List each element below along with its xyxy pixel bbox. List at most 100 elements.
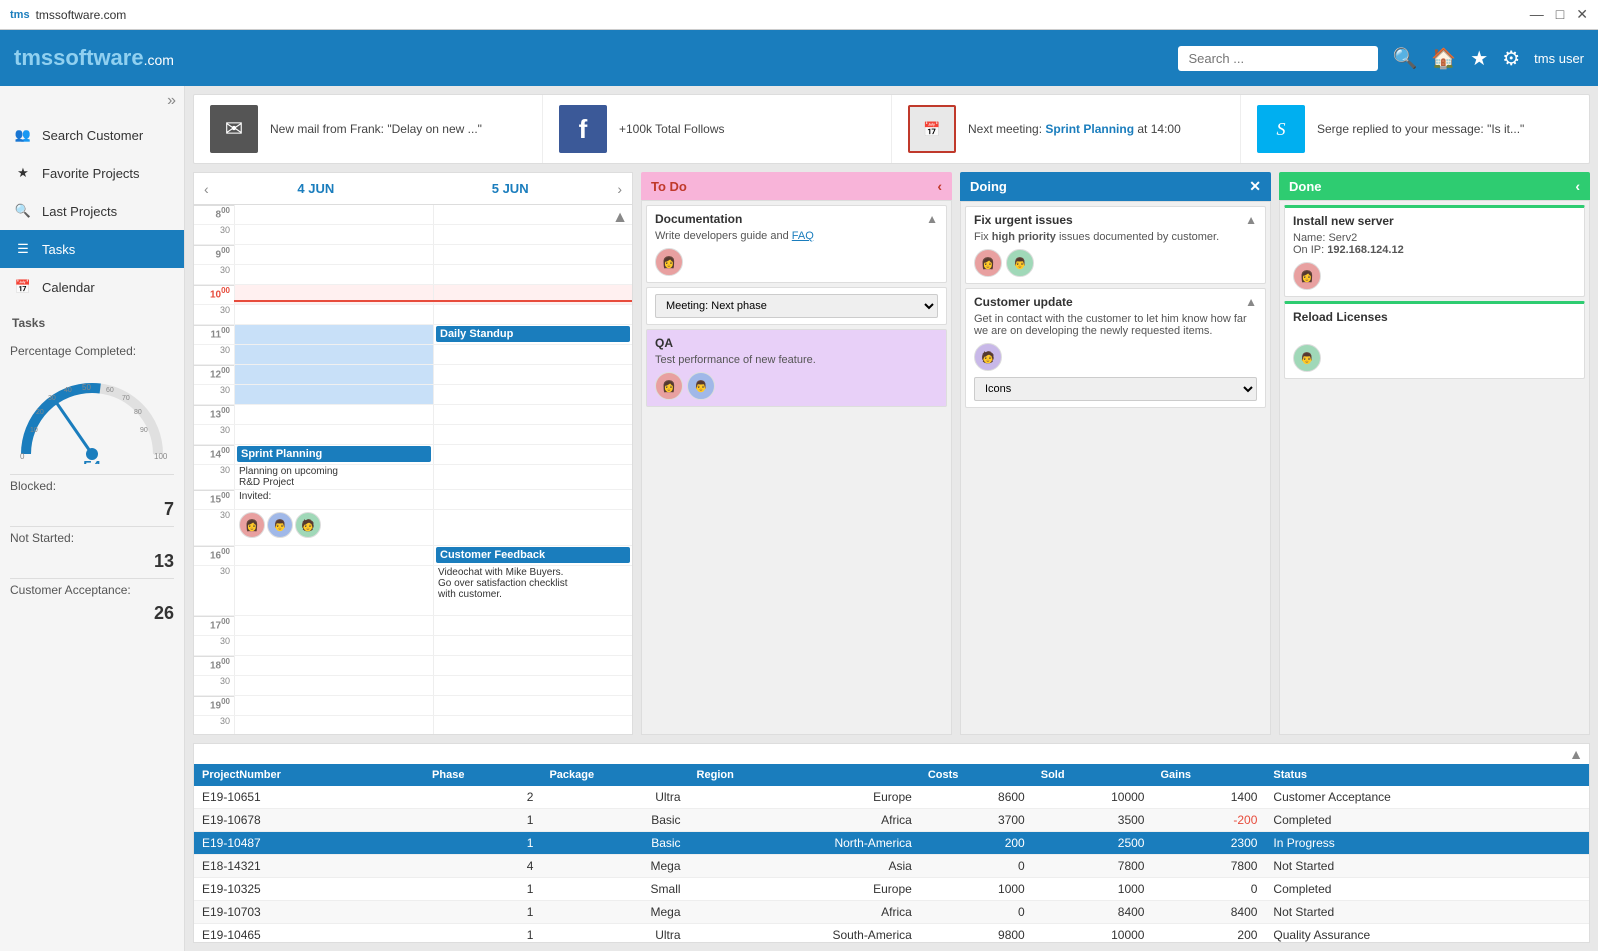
cal-cell-14-30-col2[interactable] [433,465,632,489]
cal-cell-15-00-col2[interactable] [433,490,632,509]
calendar-prev-button[interactable]: ‹ [194,175,219,203]
cal-cell-8-30-col1[interactable] [234,225,433,244]
cal-cell-11-30-col2[interactable] [433,345,632,364]
cal-cell-18-00-col2[interactable] [433,656,632,675]
cal-cell-15-00-col1[interactable]: Invited: [234,490,433,509]
cal-cell-9-30-col2[interactable] [433,265,632,284]
calendar-next-button[interactable]: › [607,175,632,203]
cal-cell-17-00-col2[interactable] [433,616,632,635]
cal-cell-12-00-col2[interactable] [433,365,632,384]
kanban-card-install-server[interactable]: Install new server Name: Serv2On IP: 192… [1284,205,1585,297]
doc-card-scroll-icon[interactable]: ▲ [926,212,938,226]
table-scroll-container[interactable]: ▲ ProjectNumber Phase Package Region Cos… [194,744,1589,943]
kanban-card-fix-issues[interactable]: Fix urgent issues ▲ Fix high priority is… [965,206,1266,284]
cal-cell-13-30-col1[interactable] [234,425,433,444]
meeting-dropdown[interactable]: Meeting: Next phase [655,294,938,318]
calendar-scroll[interactable]: ▲ 800 30 [194,205,632,734]
sidebar-item-calendar[interactable]: 📅 Calendar [0,268,184,306]
cal-cell-9-00-col2[interactable] [433,245,632,264]
col-header-sold[interactable]: Sold [1033,764,1153,786]
table-row[interactable]: E19-10651 2 Ultra Europe 8600 10000 1400… [194,786,1589,809]
col-header-status[interactable]: Status [1265,764,1589,786]
col-header-gains[interactable]: Gains [1152,764,1265,786]
sidebar-item-tasks[interactable]: ☰ Tasks [0,230,184,268]
search-icon[interactable]: 🔍 [1392,46,1417,71]
cal-cell-8-00-col1[interactable] [234,205,433,224]
minimize-button[interactable]: — [1530,6,1544,23]
sprint-planning-event[interactable]: Sprint Planning [237,446,431,462]
table-row[interactable]: E18-14321 4 Mega Asia 0 7800 7800 Not St… [194,855,1589,878]
favorites-icon[interactable]: ★ [1470,46,1488,71]
cal-cell-19-00-col1[interactable] [234,696,433,715]
calendar-scroll-up-button[interactable]: ▲ [612,209,628,227]
cal-cell-14-30-col1[interactable]: Planning on upcomingR&D Project [234,465,433,489]
cal-cell-12-30-col1[interactable] [234,385,433,404]
sidebar-item-last-projects[interactable]: 🔍 Last Projects [0,192,184,230]
cal-cell-11-30-col1[interactable] [234,345,433,364]
col-header-phase[interactable]: Phase [424,764,541,786]
sidebar-collapse-button[interactable]: » [0,86,184,116]
cal-cell-13-00-col1[interactable] [234,405,433,424]
cal-cell-9-30-col1[interactable] [234,265,433,284]
kanban-done-body[interactable]: Install new server Name: Serv2On IP: 192… [1279,200,1590,735]
cal-cell-8-30-col2[interactable] [433,225,632,244]
cal-cell-8-00-col2[interactable] [433,205,632,224]
home-icon[interactable]: 🏠 [1431,46,1456,71]
kanban-card-reload-licenses[interactable]: Reload Licenses 👨 [1284,301,1585,379]
cal-cell-17-00-col1[interactable] [234,616,433,635]
table-row[interactable]: E19-10703 1 Mega Africa 0 8400 8400 Not … [194,901,1589,924]
cal-cell-10-30-col2[interactable] [433,305,632,324]
cal-cell-19-30-col2[interactable] [433,716,632,734]
table-row[interactable]: E19-10678 1 Basic Africa 3700 3500 -200 … [194,809,1589,832]
cal-cell-16-30-col2[interactable]: Videochat with Mike Buyers.Go over satis… [433,566,632,615]
cal-cell-15-30-col1[interactable]: 👩 👨 🧑 [234,510,433,545]
cal-cell-12-00-col1[interactable] [234,365,433,384]
daily-standup-event[interactable]: Daily Standup [436,326,630,342]
kanban-card-documentation[interactable]: Documentation ▲ Write developers guide a… [646,205,947,283]
kanban-card-customer-update[interactable]: Customer update ▲ Get in contact with th… [965,288,1266,408]
customer-update-scroll-icon[interactable]: ▲ [1245,295,1257,309]
col-header-region[interactable]: Region [689,764,920,786]
fix-issues-scroll-icon[interactable]: ▲ [1245,213,1257,227]
title-bar-controls[interactable]: — □ ✕ [1530,6,1588,23]
cal-cell-17-30-col1[interactable] [234,636,433,655]
cal-cell-15-30-col2[interactable] [433,510,632,545]
table-row[interactable]: E19-10487 1 Basic North-America 200 2500… [194,832,1589,855]
cal-cell-13-30-col2[interactable] [433,425,632,444]
cal-cell-19-00-col2[interactable] [433,696,632,715]
kanban-card-meeting[interactable]: Meeting: Next phase [646,287,947,325]
cal-cell-18-30-col2[interactable] [433,676,632,695]
kanban-card-qa[interactable]: QA Test performance of new feature. 👩 👨 [646,329,947,407]
kanban-todo-collapse-button[interactable]: ‹ [937,178,942,194]
sidebar-item-favorite-projects[interactable]: ★ Favorite Projects [0,154,184,192]
cal-cell-18-00-col1[interactable] [234,656,433,675]
kanban-done-collapse-button[interactable]: ‹ [1575,178,1580,194]
sidebar-item-search-customer[interactable]: 👥 Search Customer [0,116,184,154]
col-header-package[interactable]: Package [541,764,688,786]
cal-cell-16-00-col1[interactable] [234,546,433,565]
close-button[interactable]: ✕ [1576,6,1588,23]
cal-cell-18-30-col1[interactable] [234,676,433,695]
col-header-costs[interactable]: Costs [920,764,1033,786]
table-row[interactable]: E19-10325 1 Small Europe 1000 1000 0 Com… [194,878,1589,901]
kanban-todo-body[interactable]: Documentation ▲ Write developers guide a… [641,200,952,735]
customer-feedback-event[interactable]: Customer Feedback [436,547,630,563]
cal-cell-14-00-col2[interactable] [433,445,632,464]
faq-link[interactable]: FAQ [792,230,814,242]
kanban-doing-collapse-button[interactable]: ✕ [1249,178,1261,195]
cal-cell-11-00-col1[interactable] [234,325,433,344]
cal-cell-16-30-col1[interactable] [234,566,433,615]
settings-icon[interactable]: ⚙ [1502,46,1520,71]
table-scroll-right-button[interactable]: ▲ [1563,744,1589,764]
table-row[interactable]: E19-10465 1 Ultra South-America 9800 100… [194,924,1589,944]
cal-cell-13-00-col2[interactable] [433,405,632,424]
kanban-doing-body[interactable]: Fix urgent issues ▲ Fix high priority is… [960,201,1271,735]
cal-cell-9-00-col1[interactable] [234,245,433,264]
cal-cell-12-30-col2[interactable] [433,385,632,404]
icons-dropdown[interactable]: Icons [974,377,1257,401]
cal-cell-17-30-col2[interactable] [433,636,632,655]
cal-cell-14-00-col1[interactable]: Sprint Planning [234,445,433,464]
cal-cell-16-00-col2[interactable]: Customer Feedback [433,546,632,565]
cal-cell-10-30-col1[interactable] [234,305,433,324]
cal-cell-19-30-col1[interactable] [234,716,433,734]
